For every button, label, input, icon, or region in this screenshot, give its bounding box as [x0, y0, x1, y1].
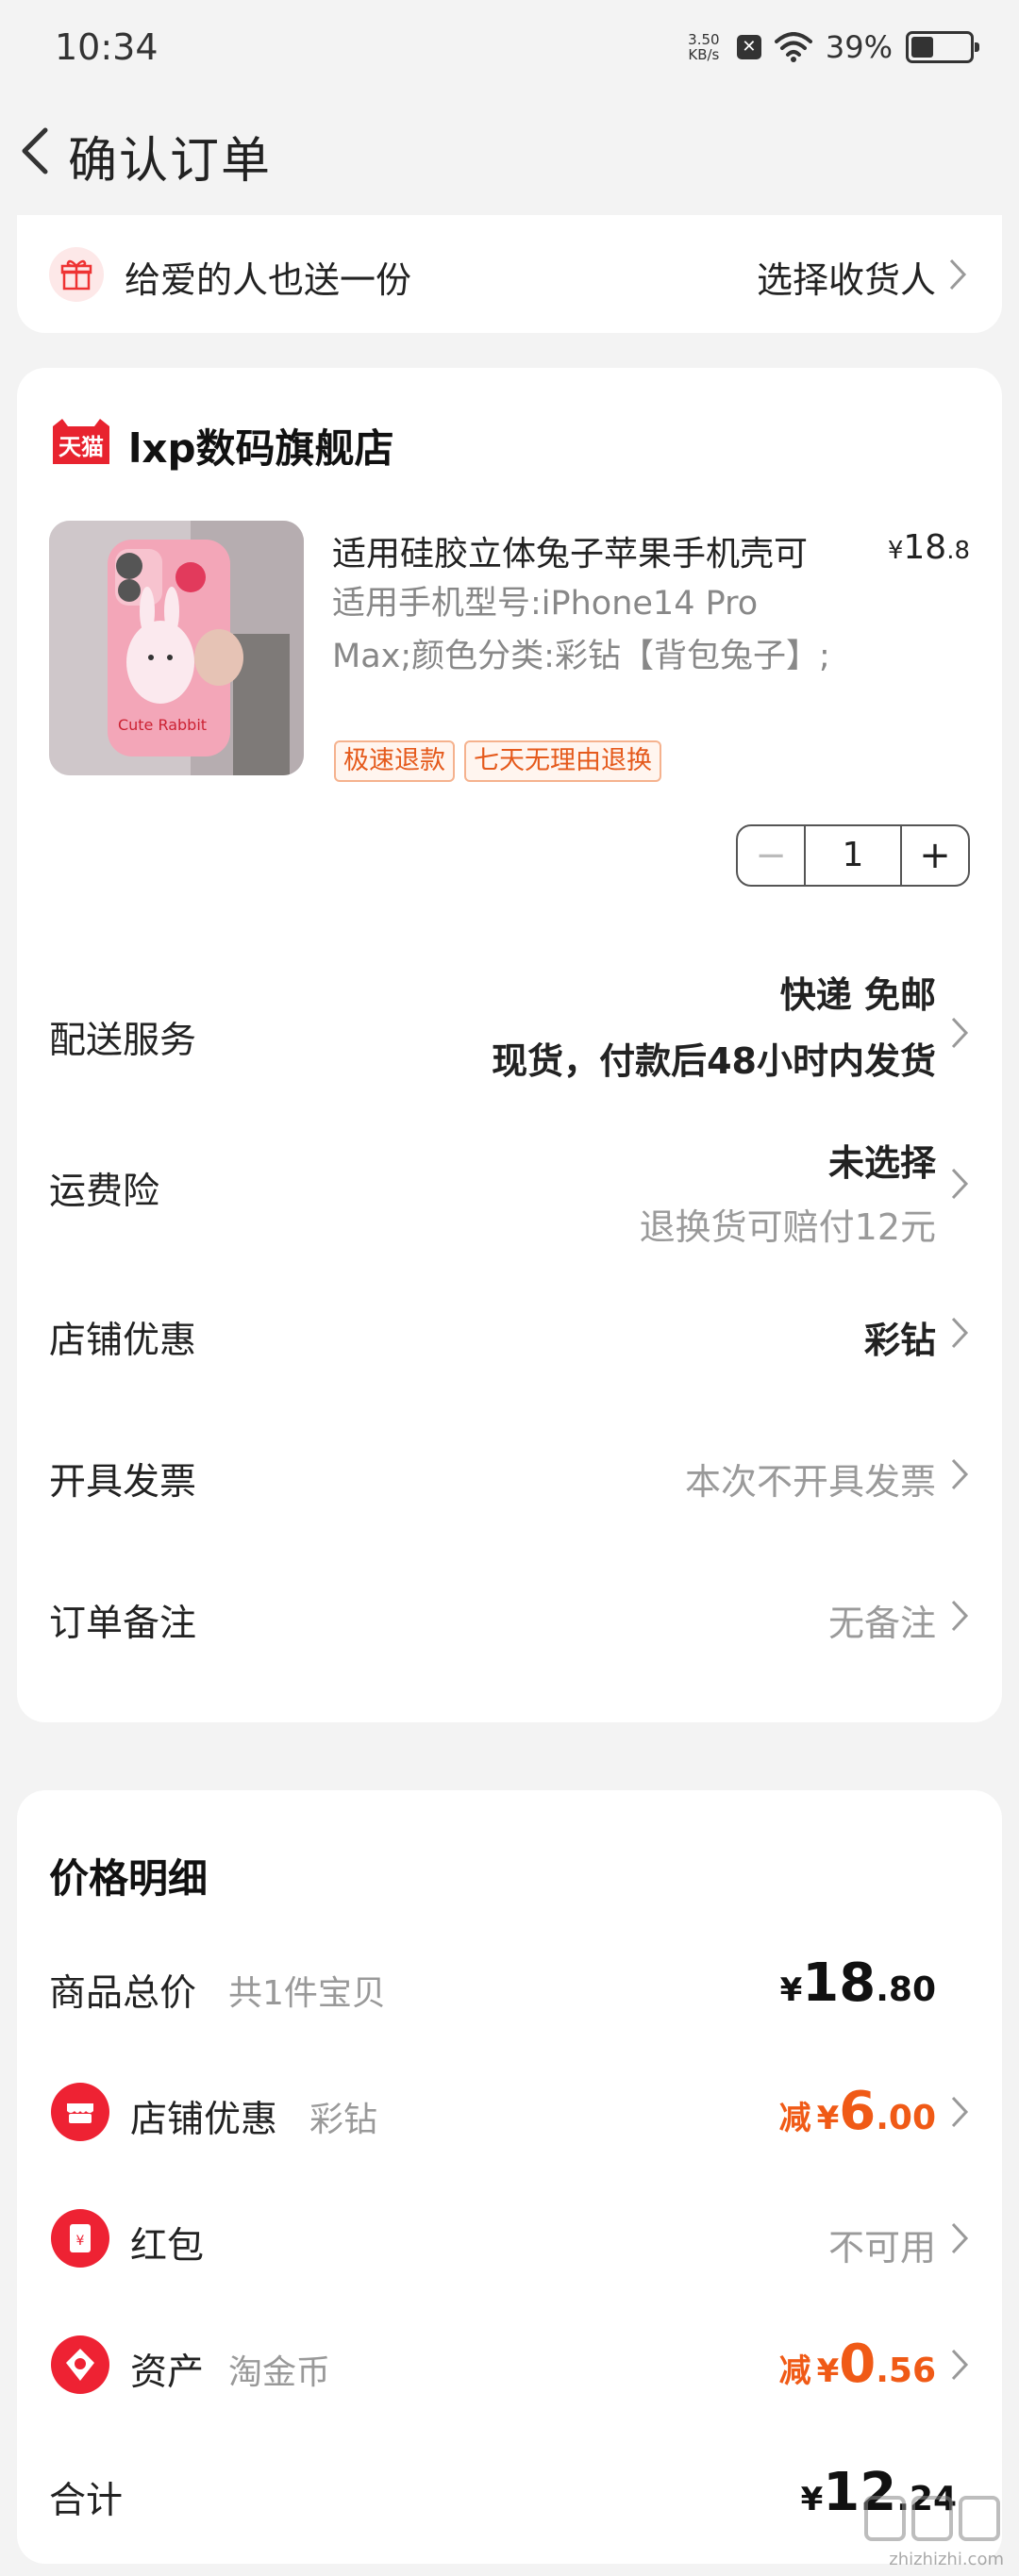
store-name[interactable]: lxp数码旗舰店	[128, 417, 394, 474]
notification-close-icon: ✕	[736, 35, 761, 59]
svg-text:Cute Rabbit: Cute Rabbit	[118, 716, 207, 734]
delivery-label: 配送服务	[49, 1020, 197, 1062]
chevron-right-icon	[951, 1600, 969, 1632]
gift-send-row[interactable]: 给爱的人也送一份 选择收货人	[17, 215, 1002, 333]
page-title: 确认订单	[68, 133, 273, 190]
assets-amount: 减 ¥0.56	[778, 2334, 936, 2395]
insurance-label: 运费险	[49, 1171, 160, 1213]
gift-icon	[49, 247, 104, 302]
product-spec: 适用手机型号:iPhone14 Pro Max;颜色分类:彩钻【背包兔子】;	[332, 585, 830, 675]
note-value: 无备注	[827, 1603, 936, 1644]
decrease-quantity-button[interactable]: −	[738, 826, 806, 885]
tag-fast-refund: 极速退款	[334, 740, 455, 782]
page-header: 确认订单	[0, 94, 1019, 212]
goods-total-label: 商品总价	[49, 1972, 197, 2015]
tmall-logo: 天猫	[53, 419, 109, 464]
insurance-desc: 退换货可赔付12元	[639, 1206, 936, 1248]
chevron-right-icon	[951, 1017, 969, 1049]
price-detail-title: 价格明细	[49, 1855, 209, 1902]
chevron-right-icon	[949, 258, 967, 291]
gift-label: 给爱的人也送一份	[125, 259, 412, 301]
select-receiver-button[interactable]: 选择收货人	[757, 251, 936, 303]
delivery-method: 快递 免邮	[779, 974, 936, 1016]
total-label: 合计	[49, 2480, 124, 2522]
chevron-right-icon	[951, 2096, 969, 2128]
tmall-logo-text: 天猫	[58, 434, 104, 460]
product-price: ¥18.8	[887, 528, 970, 567]
assets-label: 资产	[130, 2352, 205, 2394]
goods-total-amount: ¥18.80	[779, 1953, 936, 2014]
service-tags: 极速退款 七天无理由退换	[334, 740, 661, 782]
chevron-right-icon	[951, 2222, 969, 2254]
site-watermark: zhizhizhi.com	[862, 2494, 1004, 2569]
price-detail-card: 价格明细 商品总价 共1件宝贝 ¥18.80 店铺优惠 彩钻 减 ¥6.00 ¥ …	[17, 1790, 1002, 2564]
store-discount-price-sub: 彩钻	[309, 2101, 378, 2139]
assets-sub: 淘金币	[228, 2353, 331, 2392]
goods-count: 共1件宝贝	[228, 1974, 386, 2013]
product-title[interactable]: 适用硅胶立体兔子苹果手机壳可	[332, 526, 898, 575]
invoice-label: 开具发票	[49, 1461, 197, 1504]
status-icons: 3.50 KB/s ✕ 39%	[684, 28, 979, 66]
increase-quantity-button[interactable]: +	[900, 826, 968, 885]
network-speed: 3.50 KB/s	[688, 31, 720, 63]
order-card: 天猫 lxp数码旗舰店 Cute Rabbit 适用硅胶立体兔子苹果手机壳可 ¥…	[17, 368, 1002, 1722]
quantity-stepper: − 1 +	[736, 824, 970, 887]
chevron-right-icon	[951, 1317, 969, 1349]
invoice-value: 本次不开具发票	[684, 1461, 936, 1503]
note-label: 订单备注	[49, 1603, 197, 1645]
chevron-right-icon	[951, 2349, 969, 2381]
wifi-icon	[774, 32, 812, 62]
battery-percent: 39%	[825, 29, 893, 65]
store-discount-price-label: 店铺优惠	[130, 2099, 278, 2141]
insurance-status: 未选择	[827, 1142, 936, 1184]
tag-seven-day-return: 七天无理由退换	[464, 740, 661, 782]
chevron-right-icon	[951, 1458, 969, 1490]
battery-level	[911, 37, 933, 58]
status-bar: 10:34 3.50 KB/s ✕ 39%	[0, 0, 1019, 94]
status-time: 10:34	[55, 26, 159, 68]
product-image[interactable]: Cute Rabbit	[49, 521, 304, 775]
store-discount-label: 店铺优惠	[49, 1320, 197, 1362]
shop-icon	[51, 2083, 109, 2141]
quantity-value[interactable]: 1	[806, 826, 900, 885]
back-arrow-icon[interactable]	[13, 113, 60, 189]
taojinbi-icon	[51, 2335, 109, 2394]
watermark-text: zhizhizhi.com	[889, 2550, 1004, 2569]
chevron-right-icon	[951, 1168, 969, 1200]
red-packet-icon: ¥	[51, 2209, 109, 2268]
delivery-time: 现货，付款后48小时内发货	[492, 1040, 936, 1082]
battery-icon	[906, 31, 979, 63]
red-packet-label: 红包	[130, 2225, 205, 2268]
svg-text:¥: ¥	[76, 2234, 85, 2249]
store-discount-value: 彩钻	[863, 1320, 936, 1361]
red-packet-value: 不可用	[827, 2227, 936, 2269]
store-discount-amount: 减 ¥6.00	[778, 2081, 936, 2142]
